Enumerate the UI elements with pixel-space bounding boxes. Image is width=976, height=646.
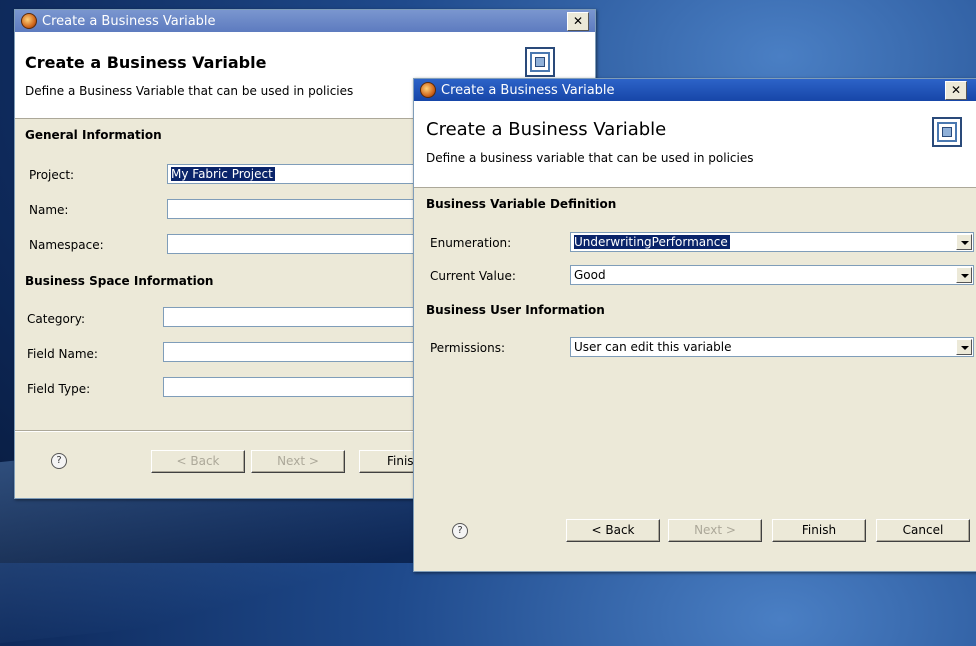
back-titlebar[interactable]: Create a Business Variable ✕ <box>15 10 595 32</box>
page-description: Define a Business Variable that can be u… <box>25 84 354 98</box>
namespace-label: Namespace: <box>29 238 104 252</box>
category-label: Category: <box>27 312 85 326</box>
current-value-combo[interactable]: Good <box>570 265 974 285</box>
page-title: Create a Business Variable <box>426 119 667 140</box>
close-button[interactable]: ✕ <box>945 80 967 100</box>
window-title: Create a Business Variable <box>441 82 615 98</box>
wizard-banner-icon <box>525 47 555 77</box>
permissions-label: Permissions: <box>430 341 506 355</box>
section-business-user-information: Business User Information <box>426 303 605 317</box>
cancel-button[interactable]: Cancel <box>876 519 970 542</box>
chevron-down-icon[interactable] <box>956 267 972 283</box>
wizard-banner-icon <box>932 117 962 147</box>
section-general-information: General Information <box>25 128 162 142</box>
enumeration-label: Enumeration: <box>430 236 512 250</box>
window-title: Create a Business Variable <box>42 13 216 29</box>
close-button[interactable]: ✕ <box>567 11 589 31</box>
app-icon <box>420 82 436 98</box>
wizard-header: Create a Business Variable Define a busi… <box>414 101 976 188</box>
page-title: Create a Business Variable <box>25 53 267 72</box>
current-value-label: Current Value: <box>430 269 516 283</box>
field-type-label: Field Type: <box>27 382 91 396</box>
section-business-variable-definition: Business Variable Definition <box>426 197 617 211</box>
next-button[interactable]: Next > <box>251 450 345 473</box>
front-titlebar[interactable]: Create a Business Variable ✕ <box>414 79 976 101</box>
field-type-field[interactable] <box>163 377 427 397</box>
section-business-space: Business Space Information <box>25 274 214 288</box>
namespace-field[interactable] <box>167 234 427 254</box>
back-button[interactable]: < Back <box>566 519 660 542</box>
back-button[interactable]: < Back <box>151 450 245 473</box>
chevron-down-icon[interactable] <box>956 234 972 250</box>
app-icon <box>21 13 37 29</box>
project-label: Project: <box>29 168 75 182</box>
help-icon[interactable]: ? <box>51 453 67 469</box>
name-field[interactable] <box>167 199 427 219</box>
next-button[interactable]: Next > <box>668 519 762 542</box>
field-name-label: Field Name: <box>27 347 98 361</box>
help-icon[interactable]: ? <box>452 523 468 539</box>
page-description: Define a business variable that can be u… <box>426 151 754 165</box>
category-field[interactable] <box>163 307 427 327</box>
chevron-down-icon[interactable] <box>956 339 972 355</box>
field-name-field[interactable] <box>163 342 427 362</box>
permissions-combo[interactable]: User can edit this variable <box>570 337 974 357</box>
front-wizard-dialog: Create a Business Variable ✕ Create a Bu… <box>413 78 976 572</box>
finish-button[interactable]: Finish <box>772 519 866 542</box>
name-label: Name: <box>29 203 69 217</box>
project-field[interactable]: My Fabric Project <box>167 164 427 184</box>
enumeration-combo[interactable]: UnderwritingPerformance <box>570 232 974 252</box>
